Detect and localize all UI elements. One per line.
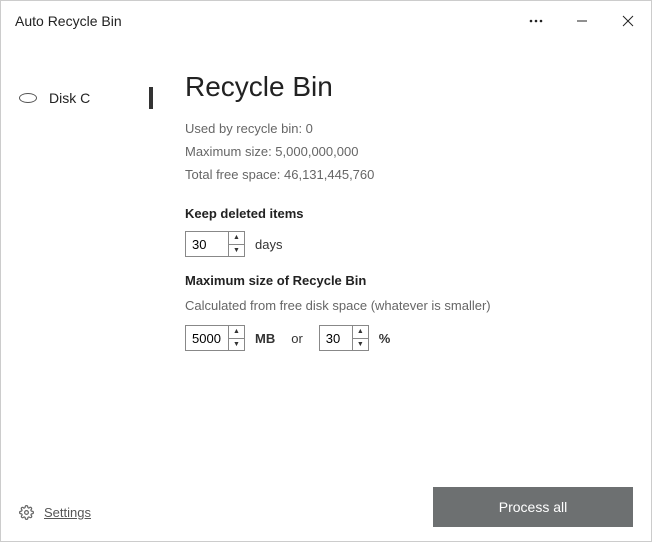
spinner-up-icon[interactable]: ▲ — [353, 326, 368, 339]
close-button[interactable] — [605, 1, 651, 41]
disk-icon — [19, 93, 37, 103]
keep-row: ▲ ▼ days — [185, 231, 633, 257]
max-pct-spinner[interactable]: ▲ ▼ — [319, 325, 369, 351]
spinner-down-icon[interactable]: ▼ — [229, 339, 244, 351]
main-panel: Recycle Bin Used by recycle bin: 0 Maxim… — [153, 41, 651, 543]
spinner-down-icon[interactable]: ▼ — [229, 245, 244, 257]
page-title: Recycle Bin — [185, 71, 633, 103]
keep-days-unit: days — [255, 237, 282, 252]
stat-used: Used by recycle bin: 0 — [185, 121, 633, 136]
sidebar: Disk C Settings — [1, 41, 153, 543]
titlebar: Auto Recycle Bin — [1, 1, 651, 41]
spinner-down-icon[interactable]: ▼ — [353, 339, 368, 351]
max-mb-input[interactable] — [186, 326, 228, 350]
window-title: Auto Recycle Bin — [15, 13, 513, 29]
stat-free: Total free space: 46,131,445,760 — [185, 167, 633, 182]
gear-icon — [19, 505, 34, 520]
sidebar-item-label: Disk C — [49, 90, 90, 106]
keep-days-spinner[interactable]: ▲ ▼ — [185, 231, 245, 257]
spinner-up-icon[interactable]: ▲ — [229, 326, 244, 339]
more-button[interactable] — [513, 1, 559, 41]
max-pct-unit: % — [379, 331, 391, 346]
content: Disk C Settings Recycle Bin Used by recy… — [1, 41, 651, 543]
maxsize-note: Calculated from free disk space (whateve… — [185, 298, 633, 313]
sidebar-item-disk-c[interactable]: Disk C — [1, 81, 153, 115]
spinner-up-icon[interactable]: ▲ — [229, 232, 244, 245]
keep-days-input[interactable] — [186, 232, 228, 256]
settings-link[interactable]: Settings — [1, 497, 153, 527]
max-pct-input[interactable] — [320, 326, 352, 350]
maxsize-row: ▲ ▼ MB or ▲ ▼ % — [185, 325, 633, 351]
stat-max: Maximum size: 5,000,000,000 — [185, 144, 633, 159]
max-mb-spinner[interactable]: ▲ ▼ — [185, 325, 245, 351]
minimize-button[interactable] — [559, 1, 605, 41]
maxsize-title: Maximum size of Recycle Bin — [185, 273, 633, 288]
max-mb-unit: MB — [255, 331, 275, 346]
process-all-button[interactable]: Process all — [433, 487, 633, 527]
window-controls — [513, 1, 651, 41]
keep-title: Keep deleted items — [185, 206, 633, 221]
or-label: or — [291, 331, 303, 346]
settings-label: Settings — [44, 505, 91, 520]
